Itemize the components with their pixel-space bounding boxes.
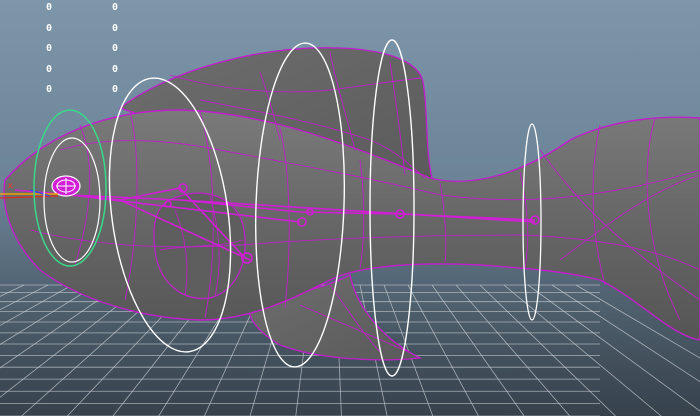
hud-value: 0: [45, 84, 53, 95]
grid-line: [0, 284, 25, 297]
grid-line: [0, 284, 97, 345]
hud-value: 0: [45, 22, 53, 34]
grid-line: [479, 284, 616, 416]
grid-line: [431, 284, 525, 416]
hud-column-2: 0 0 0 0 0: [110, 0, 120, 101]
grid-line: [407, 284, 479, 416]
scene-canvas[interactable]: x: [0, 0, 700, 416]
hud-value: 0: [45, 63, 53, 75]
grid-line: [0, 284, 73, 326]
viewport-panel[interactable]: x 0 0 0 0 0 0 0 0 0 0: [0, 0, 700, 416]
hud-value: 0: [111, 84, 119, 95]
hud-value: 0: [111, 43, 119, 54]
svg-text:x: x: [8, 181, 13, 190]
grid-line: [455, 284, 571, 416]
hud-value: 0: [111, 2, 119, 13]
hud-column-1: 0 0 0 0 0: [44, 0, 54, 101]
grid-line: [0, 284, 49, 311]
hud-value: 0: [111, 22, 119, 34]
hud-value: 0: [45, 2, 53, 13]
hud-value: 0: [45, 43, 53, 54]
hud-value: 0: [111, 63, 119, 75]
